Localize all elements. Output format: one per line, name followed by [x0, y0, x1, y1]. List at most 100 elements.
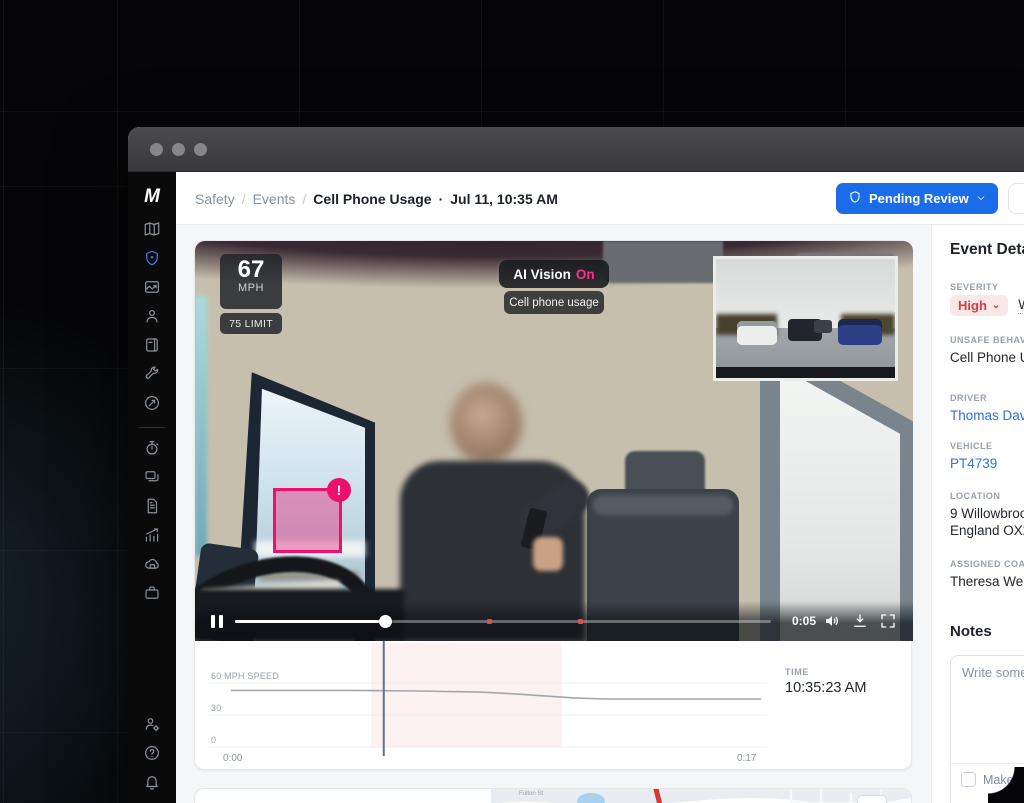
sidebar-item-timer[interactable] — [138, 441, 166, 459]
map-icon — [143, 220, 161, 243]
sidebar-item-documents[interactable] — [138, 499, 166, 517]
video-controls-bar: 0:05 — [195, 601, 913, 641]
severity-value: High — [958, 298, 987, 313]
notes-title: Notes — [950, 623, 992, 640]
ai-vision-label: AI Vision — [513, 267, 571, 282]
event-marker — [487, 619, 492, 624]
road-camera-inset[interactable] — [713, 256, 898, 381]
page-title: Cell Phone Usage — [313, 191, 431, 207]
breadcrumb-middot: · — [439, 191, 444, 207]
map-canvas — [491, 789, 912, 803]
chart-time-value: 10:35:23 AM — [785, 680, 866, 696]
x-tick-label: 0:17 — [737, 753, 756, 764]
y-tick-label: 30 — [211, 703, 221, 713]
sidebar-item-messages[interactable] — [138, 470, 166, 488]
x-tick-label: 0:00 — [223, 753, 242, 764]
sidebar-item-dispatch[interactable] — [138, 396, 166, 414]
pause-button[interactable] — [211, 615, 223, 628]
volume-icon[interactable] — [823, 612, 841, 630]
alert-badge: ! — [327, 478, 351, 502]
chart-time-label: TIME — [785, 667, 809, 677]
breadcrumb-events[interactable]: Events — [253, 191, 296, 207]
window-control-close[interactable] — [150, 143, 163, 156]
status-label: Pending Review — [869, 191, 969, 206]
sidebar-item-media[interactable] — [138, 280, 166, 298]
media-icon — [143, 278, 161, 301]
help-icon — [143, 744, 161, 767]
page-corner-mask — [988, 767, 1024, 803]
window-control-zoom[interactable] — [194, 143, 207, 156]
toolbox-icon — [143, 584, 161, 607]
window-titlebar — [128, 127, 1024, 172]
event-timestamp: Jul 11, 10:35 AM — [450, 191, 558, 207]
progress-fill — [235, 620, 385, 623]
speed-value: 67 — [220, 258, 282, 282]
ai-vision-state: On — [576, 267, 595, 282]
page-background: M — [0, 0, 1024, 803]
brand-logo: M — [144, 186, 160, 208]
coach-value: Theresa Webb — [950, 574, 1024, 589]
speed-overlay: 67 MPH — [220, 254, 282, 309]
breadcrumb-separator: / — [242, 191, 246, 207]
ai-vision-overlay: AI Vision On — [499, 260, 609, 288]
fullscreen-icon[interactable] — [879, 612, 897, 630]
blue-car — [838, 319, 882, 345]
phone-detection-box: ! — [273, 488, 342, 553]
severity-row: High ⌄ W — [950, 295, 1024, 316]
sidebar-item-maintenance[interactable] — [138, 367, 166, 385]
window-control-minimize[interactable] — [172, 143, 185, 156]
event-map-card: Fulton St — [194, 788, 912, 803]
sidebar-divider — [139, 427, 165, 428]
event-media-card: 67 MPH 75 LIMIT AI Vision On Cell phone … — [194, 240, 912, 770]
sidebar-item-safety[interactable] — [138, 251, 166, 269]
vehicle-link[interactable]: PT4739 — [950, 456, 997, 471]
breadcrumb: Safety / Events / Cell Phone Usage · Jul… — [195, 172, 558, 225]
app-window: M — [128, 127, 1024, 803]
video-current-time: 0:05 — [792, 614, 816, 628]
sidebar-item-logbook[interactable] — [138, 338, 166, 356]
download-icon[interactable] — [851, 612, 869, 630]
behavior-value: Cell Phone Usage — [950, 350, 1024, 365]
cloud-device-icon — [143, 555, 161, 578]
sidebar-item-help[interactable] — [138, 746, 166, 764]
vehicle-label: VEHICLE — [950, 441, 993, 451]
dark-car — [814, 320, 832, 333]
notes-placeholder: Write something... — [962, 665, 1024, 680]
breadcrumb-separator: / — [302, 191, 306, 207]
chevron-down-icon — [976, 191, 986, 206]
sidebar-item-reports[interactable] — [138, 528, 166, 546]
breadcrumb-safety[interactable]: Safety — [195, 191, 235, 207]
sidebar-item-map[interactable] — [138, 222, 166, 240]
speed-limit-overlay: 75 LIMIT — [220, 313, 282, 334]
notes-divider — [951, 763, 1024, 764]
sidebar-item-integrations[interactable] — [138, 557, 166, 575]
compass-icon — [143, 394, 161, 417]
sidebar-item-notifications[interactable] — [138, 775, 166, 793]
checkbox[interactable] — [961, 772, 976, 787]
sidebar-item-drivers[interactable] — [138, 309, 166, 327]
sidebar-item-admin[interactable] — [138, 717, 166, 735]
map-control-button[interactable] — [857, 795, 887, 803]
video-progress-bar[interactable] — [235, 620, 771, 623]
driver-user-icon — [143, 307, 161, 330]
y-tick-label: 60 MPH SPEED — [211, 671, 279, 681]
progress-thumb[interactable] — [379, 615, 392, 628]
secondary-action-button[interactable]: + — [1008, 183, 1024, 214]
dashcam-video-player[interactable]: 67 MPH 75 LIMIT AI Vision On Cell phone … — [195, 241, 913, 641]
sidebar: M — [128, 172, 176, 803]
page-header: Safety / Events / Cell Phone Usage · Jul… — [176, 172, 1024, 225]
white-car — [737, 321, 777, 345]
speed-chart-canvas — [195, 641, 913, 771]
severity-info-link[interactable]: W — [1018, 297, 1024, 314]
sidebar-item-toolbox[interactable] — [138, 586, 166, 604]
pending-review-button[interactable]: Pending Review — [836, 183, 998, 214]
severity-select[interactable]: High ⌄ — [950, 295, 1008, 316]
severity-label: SEVERITY — [950, 282, 999, 292]
behavior-label: UNSAFE BEHAVIOR — [950, 335, 1024, 345]
location-line1: 9 Willowbrook Rd — [950, 506, 1024, 521]
shield-icon — [848, 190, 862, 207]
map[interactable]: Fulton St — [491, 789, 912, 803]
driver-link[interactable]: Thomas Davis — [950, 408, 1024, 423]
location-line2: England OX28 — [950, 523, 1024, 538]
speed-unit: MPH — [220, 282, 282, 294]
